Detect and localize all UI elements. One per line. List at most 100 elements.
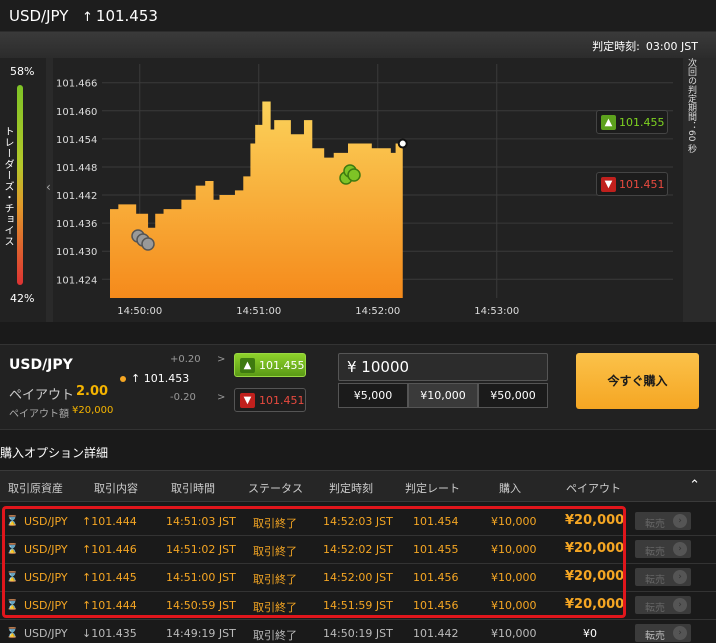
row-content: ↑101.444 (82, 515, 137, 528)
row-time: 14:51:03 JST (166, 515, 236, 528)
sentiment-label: トレーダーズ・チョイス (2, 126, 13, 247)
row-status: 取引終了 (253, 601, 297, 614)
row-buy: ¥10,000 (491, 515, 537, 528)
resell-button[interactable]: 転売 › (635, 540, 691, 558)
col-payout: ペイアウト (566, 482, 621, 495)
row-judge-rate: 101.456 (413, 571, 459, 584)
row-buy: ¥10,000 (491, 599, 537, 612)
chart-low-button[interactable]: ▼ 101.451 (596, 172, 668, 196)
row-time: 14:51:00 JST (166, 571, 236, 584)
judge-time-value: 03:00 JST (645, 40, 698, 53)
payout-value: 2.00 (76, 384, 109, 399)
row-judge-rate: 101.455 (413, 543, 459, 556)
y-tick-label: 101.466 (56, 79, 97, 90)
x-tick-label: 14:52:00 (355, 306, 400, 317)
chevron-right-icon: › (673, 514, 687, 528)
col-judge-time: 判定時刻 (329, 482, 373, 495)
chevron-right-icon: > (217, 392, 226, 403)
x-tick-label: 14:50:00 (117, 306, 162, 317)
row-payout: ¥20,000 (565, 569, 625, 584)
details-title: 購入オプション詳細 (0, 446, 109, 460)
row-pair: USD/JPY (24, 571, 68, 584)
row-buy: ¥10,000 (491, 571, 537, 584)
range-plus: +0.20 (170, 354, 201, 365)
high-button[interactable]: ▲ 101.455 (234, 353, 306, 377)
row-content: ↑101.446 (82, 543, 137, 556)
table-row: ⌛ USD/JPY ↑101.446 14:51:02 JST 取引終了 14:52:02… (0, 536, 716, 564)
x-tick-label: 14:53:00 (474, 306, 519, 317)
resell-button[interactable]: 転売 › (635, 512, 691, 530)
up-arrow-icon: ↑ (82, 543, 92, 556)
col-time: 取引時間 (171, 482, 215, 495)
resell-label: 転売 (645, 575, 665, 586)
amount-option-5000[interactable]: ¥5,000 (338, 383, 408, 408)
chart-high-button[interactable]: ▲ 101.455 (596, 110, 668, 134)
row-content: ↑101.444 (82, 599, 137, 612)
resell-label: 転売 (645, 603, 665, 614)
table-row: ⌛ USD/JPY ↑101.445 14:51:00 JST 取引終了 14:52:00… (0, 564, 716, 592)
table-row: ⌛ USD/JPY ↑101.444 14:51:03 JST 取引終了 14:52:03… (0, 508, 716, 536)
y-tick-label: 101.442 (56, 191, 97, 202)
next-period-label: 次回の判定期間：60 秒 (686, 58, 696, 154)
resell-button[interactable]: 転売 › (635, 624, 691, 642)
amount-input[interactable]: ¥ 10000 (338, 353, 548, 381)
amount-option-10000[interactable]: ¥10,000 (408, 383, 478, 408)
current-price-dot (397, 138, 408, 149)
chart-low-value: 101.451 (619, 178, 665, 191)
up-arrow-icon: ↑ (82, 599, 92, 612)
collapse-up-icon[interactable]: ⌃ (689, 478, 700, 493)
price-chart: 101.466 101.460 101.454 101.448 101.442 101.4… (53, 58, 683, 322)
row-content-value: 101.445 (91, 571, 137, 584)
up-arrow-icon: ↑ (82, 571, 92, 584)
low-value: 101.451 (259, 394, 305, 407)
row-content: ↑101.445 (82, 571, 137, 584)
payout-amount-label: ペイアウト額 (9, 409, 69, 420)
chevron-right-icon: › (673, 626, 687, 640)
row-payout: ¥0 (583, 627, 597, 640)
past-trade-marker-icon (141, 237, 155, 251)
down-arrow-icon: ↓ (82, 627, 92, 640)
y-tick-label: 101.454 (56, 135, 97, 146)
low-button[interactable]: ▼ 101.451 (234, 388, 306, 412)
up-arrow-icon: ↑ (82, 515, 92, 528)
row-content-value: 101.446 (91, 543, 137, 556)
y-tick-label: 101.448 (56, 163, 97, 174)
row-status: 取引終了 (253, 629, 297, 642)
header-rate-value: 101.453 (95, 7, 158, 25)
row-content-value: 101.435 (91, 627, 137, 640)
table-row: ⌛ USD/JPY ↓101.435 14:49:19 JST 取引終了 14:50:19… (0, 620, 716, 643)
amount-option-50000[interactable]: ¥50,000 (478, 383, 548, 408)
row-judge-time: 14:52:02 JST (323, 543, 393, 556)
up-arrow-icon: ↑ (131, 372, 141, 385)
hourglass-icon: ⌛ (6, 600, 19, 611)
row-status: 取引終了 (253, 545, 297, 558)
trade-rate: ↑ 101.453 (131, 372, 189, 385)
down-arrow-icon: ▼ (240, 393, 255, 408)
buy-now-button[interactable]: 今すぐ購入 (576, 353, 699, 409)
resell-button[interactable]: 転売 › (635, 596, 691, 614)
resell-button[interactable]: 転売 › (635, 568, 691, 586)
col-content: 取引内容 (94, 482, 138, 495)
amount-options: ¥5,000 ¥10,000 ¥50,000 (338, 383, 548, 408)
trade-pair: USD/JPY (9, 357, 73, 373)
row-judge-rate: 101.442 (413, 627, 459, 640)
row-judge-rate: 101.456 (413, 599, 459, 612)
row-payout: ¥20,000 (565, 597, 625, 612)
row-status: 取引終了 (253, 573, 297, 586)
chevron-left-icon[interactable]: ‹ (46, 180, 51, 194)
high-value: 101.455 (259, 359, 305, 372)
resell-label: 転売 (645, 631, 665, 642)
col-buy: 購入 (499, 482, 521, 495)
row-buy: ¥10,000 (491, 627, 537, 640)
row-judge-time: 14:52:03 JST (323, 515, 393, 528)
details-table-header: 取引原資産 取引内容 取引時間 ステータス 判定時刻 判定レート 購入 ペイアウ… (0, 470, 716, 502)
row-time: 14:51:02 JST (166, 543, 236, 556)
trade-rate-value: 101.453 (143, 372, 190, 385)
table-row: ⌛ USD/JPY ↑101.444 14:50:59 JST 取引終了 14:51:59… (0, 592, 716, 620)
row-payout: ¥20,000 (565, 513, 625, 528)
row-content-value: 101.444 (91, 599, 137, 612)
row-content-value: 101.444 (91, 515, 137, 528)
chevron-right-icon: > (217, 354, 226, 365)
row-judge-rate: 101.454 (413, 515, 459, 528)
range-minus: -0.20 (170, 392, 196, 403)
